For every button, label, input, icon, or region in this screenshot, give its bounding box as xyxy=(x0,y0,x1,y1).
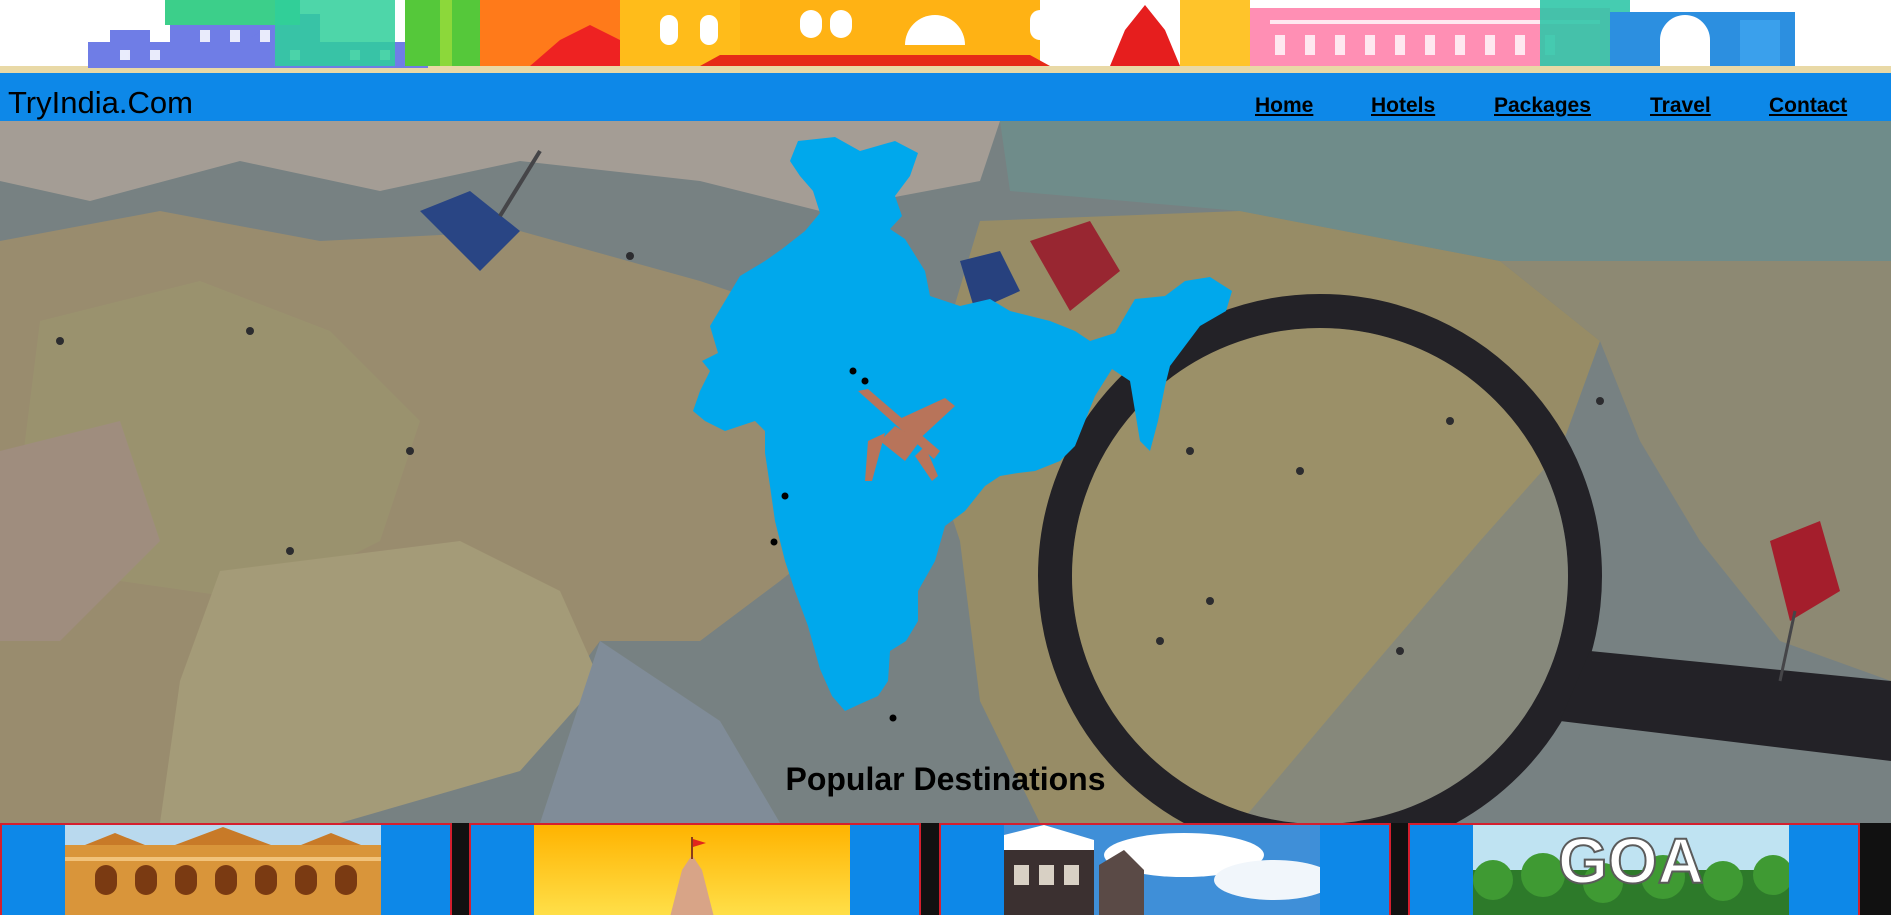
hill-station-image xyxy=(1004,825,1320,915)
nav-contact-link[interactable]: Contact xyxy=(1769,95,1847,116)
goa-image: GOA xyxy=(1473,825,1789,915)
skyline-illustration xyxy=(0,0,1891,73)
skyline-banner xyxy=(0,0,1891,73)
destination-cards-row: GOA xyxy=(0,823,1891,915)
india-map-graphic xyxy=(693,137,1232,722)
destination-card-2[interactable] xyxy=(469,823,921,915)
nav-home-link[interactable]: Home xyxy=(1255,95,1313,116)
temple-image xyxy=(534,825,850,915)
site-logo-text[interactable]: TryIndia.Com xyxy=(8,87,193,118)
nav-packages-link[interactable]: Packages xyxy=(1494,95,1591,116)
top-navbar: TryIndia.Com Home Hotels Packages Travel… xyxy=(0,73,1891,121)
hero-section: Popular Destinations xyxy=(0,121,1891,823)
goa-logo-text: GOA xyxy=(1558,825,1704,897)
nav-hotels-link[interactable]: Hotels xyxy=(1371,95,1435,116)
destination-card-3[interactable] xyxy=(939,823,1391,915)
destination-card-4[interactable]: GOA xyxy=(1408,823,1860,915)
popular-destinations-heading: Popular Destinations xyxy=(785,761,1106,797)
destination-card-1[interactable] xyxy=(0,823,452,915)
rajasthan-palace-image xyxy=(65,825,381,915)
nav-travel-link[interactable]: Travel xyxy=(1650,95,1711,116)
